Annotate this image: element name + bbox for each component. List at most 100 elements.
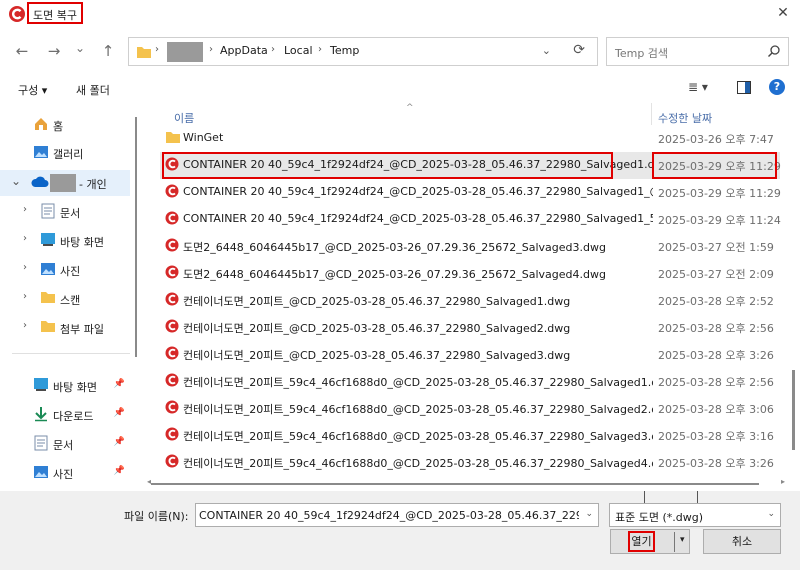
breadcrumb-local[interactable]: Local (284, 44, 313, 57)
file-row[interactable]: CONTAINER 20 40_59c4_1f2924df24_@CD_2025… (160, 152, 781, 179)
file-row[interactable]: 컨테이너도면_20피트_@CD_2025-03-28_05.46.37_2298… (160, 287, 780, 314)
file-row[interactable]: 컨테이너도면_20피트_@CD_2025-03-28_05.46.37_2298… (160, 314, 780, 341)
list-horizontal-scrollbar-thumb[interactable] (151, 483, 759, 485)
pin-icon: 📌 (113, 466, 125, 476)
folder-icon (165, 130, 181, 144)
folder-icon (40, 319, 56, 333)
column-header-date[interactable]: 수정한 날짜 (658, 110, 712, 126)
file-row[interactable]: CONTAINER 20 40_59c4_1f2924df24_@CD_2025… (160, 179, 781, 206)
collapse-chevron-icon[interactable]: › (23, 262, 27, 273)
nav-item-attachments[interactable]: › 첨부 파일 (0, 315, 130, 341)
new-folder-button[interactable]: 새 폴더 (76, 82, 110, 98)
preview-pane-icon[interactable] (737, 81, 751, 94)
split-divider (674, 532, 675, 552)
recent-locations-button[interactable]: ⌄ (70, 38, 90, 58)
nav-item-scan[interactable]: › 스캔 (0, 286, 130, 312)
nav-item-home[interactable]: 홈 (0, 112, 130, 138)
file-row[interactable]: 컨테이너도면_20피트_59c4_46cf1688d0_@CD_2025-03-… (160, 449, 780, 476)
filetype-dropdown-icon[interactable]: ⌄ (767, 509, 775, 519)
nav-item-onedrive[interactable]: ⌄ - 개인 (0, 170, 130, 196)
collapse-chevron-icon[interactable]: › (23, 320, 27, 331)
document-icon (34, 435, 48, 451)
pictures-icon (40, 261, 56, 277)
collapse-chevron-icon[interactable]: › (23, 291, 27, 302)
close-button[interactable]: ✕ (772, 3, 794, 23)
nav-item-gallery[interactable]: 갤러리 (0, 140, 130, 166)
file-row[interactable]: 컨테이너도면_20피트_59c4_46cf1688d0_@CD_2025-03-… (160, 422, 780, 449)
pin-icon: 📌 (113, 379, 125, 389)
filename-combobox[interactable]: CONTAINER 20 40_59c4_1f2924df24_@CD_2025… (195, 503, 599, 527)
divider-tick (697, 491, 698, 503)
forward-button[interactable]: → (44, 41, 64, 61)
breadcrumb-separator: › (155, 44, 159, 55)
file-name: 도면2_6448_6046445b17_@CD_2025-03-26_07.29… (183, 268, 606, 281)
nav-item-label: 첨부 파일 (60, 323, 104, 336)
cancel-button[interactable]: 취소 (703, 529, 781, 554)
nav-pinned-documents[interactable]: 문서 📌 (0, 431, 130, 457)
dialog-footer: 파일 이름(N): CONTAINER 20 40_59c4_1f2924df2… (0, 491, 800, 570)
nav-pinned-downloads[interactable]: 다운로드 📌 (0, 402, 130, 428)
file-row[interactable]: 도면2_6448_6046445b17_@CD_2025-03-26_07.29… (160, 260, 780, 287)
address-bar[interactable]: › › AppData › Local › Temp ⌄ ⟳ (128, 37, 598, 66)
search-box[interactable]: Temp 검색 (606, 37, 789, 66)
file-row[interactable]: CONTAINER 20 40_59c4_1f2924df24_@CD_2025… (160, 206, 781, 233)
back-button[interactable]: ← (12, 41, 32, 61)
redacted-path-segment (167, 42, 203, 62)
file-name: 컨테이너도면_20피트_@CD_2025-03-28_05.46.37_2298… (183, 322, 571, 335)
nav-pinned-pictures[interactable]: 사진 📌 (0, 460, 130, 486)
file-row[interactable]: 도면2_6448_6046445b17_@CD_2025-03-26_07.29… (160, 233, 780, 260)
filetype-select[interactable]: 표준 도면 (*.dwg) ⌄ (609, 503, 781, 527)
file-row[interactable]: 컨테이너도면_20피트_@CD_2025-03-28_05.46.37_2298… (160, 341, 780, 368)
pin-icon: 📌 (113, 408, 125, 418)
list-vertical-scrollbar-thumb[interactable] (792, 370, 795, 450)
collapse-chevron-icon[interactable]: › (23, 204, 27, 215)
file-list: ^ 이름 수정한 날짜 WinGet 2025-03-26 오후 7:47 CONT… (146, 103, 790, 491)
breadcrumb-separator: › (271, 44, 275, 55)
nav-scrollbar-thumb[interactable] (135, 117, 137, 357)
organize-menu[interactable]: 구성 ▾ (18, 82, 47, 98)
nav-divider (12, 353, 130, 354)
dwg-icon (165, 346, 179, 360)
desktop-icon (33, 377, 49, 391)
filename-dropdown-icon[interactable]: ⌄ (585, 509, 593, 519)
file-row[interactable]: 컨테이너도면_20피트_59c4_46cf1688d0_@CD_2025-03-… (160, 368, 780, 395)
download-icon (33, 406, 49, 422)
address-dropdown-icon[interactable]: ⌄ (542, 44, 551, 57)
view-options-icon[interactable]: ≣ ▾ (688, 80, 708, 94)
collapse-chevron-icon[interactable]: › (23, 233, 27, 244)
nav-item-label: 문서 (53, 439, 74, 452)
up-button[interactable]: ↑ (98, 41, 118, 61)
file-date: 2025-03-26 오후 7:47 (658, 133, 774, 146)
file-date: 2025-03-28 오후 2:56 (658, 376, 774, 389)
open-dropdown-icon[interactable]: ▾ (680, 535, 685, 545)
onedrive-cloud-icon (31, 176, 49, 188)
title-bar: 도면 복구 ✕ (0, 0, 800, 28)
search-icon (767, 44, 781, 58)
scroll-right-icon[interactable]: ▸ (781, 477, 785, 486)
refresh-icon[interactable]: ⟳ (573, 42, 585, 58)
nav-item-documents[interactable]: › 문서 (0, 199, 130, 225)
column-separator[interactable] (651, 103, 652, 125)
dwg-icon (165, 184, 179, 198)
nav-item-pictures[interactable]: › 사진 (0, 257, 130, 283)
highlight-box (652, 152, 777, 179)
open-button-label[interactable]: 열기 (628, 531, 655, 552)
dwg-icon (165, 373, 179, 387)
nav-item-label: 바탕 화면 (53, 381, 97, 394)
open-button[interactable]: 열기 ▾ (610, 529, 690, 554)
breadcrumb-appdata[interactable]: AppData (220, 44, 268, 57)
window-title: 도면 복구 (27, 2, 83, 24)
help-icon[interactable]: ? (769, 79, 785, 95)
file-name: CONTAINER 20 40_59c4_1f2924df24_@CD_2025… (183, 212, 653, 225)
folder-row[interactable]: WinGet 2025-03-26 오후 7:47 (160, 125, 780, 152)
expand-chevron-icon[interactable]: ⌄ (11, 174, 21, 188)
column-header-name[interactable]: 이름 (174, 110, 194, 126)
nav-pinned-desktop[interactable]: 바탕 화면 📌 (0, 373, 130, 399)
filename-value[interactable]: CONTAINER 20 40_59c4_1f2924df24_@CD_2025… (199, 509, 579, 522)
nav-item-desktop[interactable]: › 바탕 화면 (0, 228, 130, 254)
file-row[interactable]: 컨테이너도면_20피트_59c4_46cf1688d0_@CD_2025-03-… (160, 395, 780, 422)
breadcrumb-separator: › (209, 44, 213, 55)
breadcrumb-temp[interactable]: Temp (330, 44, 359, 57)
file-date: 2025-03-29 오후 11:24 (658, 214, 781, 227)
file-name: 컨테이너도면_20피트_59c4_46cf1688d0_@CD_2025-03-… (183, 457, 653, 470)
